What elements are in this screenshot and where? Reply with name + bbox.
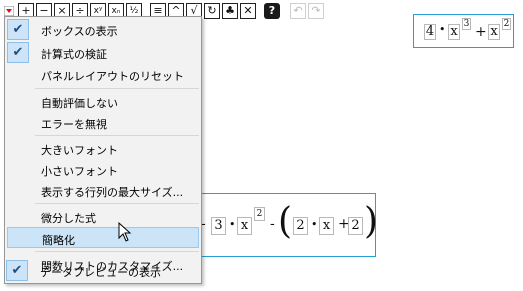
menu-item-label: ボックスの表示 [41,25,118,38]
variable-box[interactable]: x [319,217,334,235]
coefficient-box[interactable]: 2 [293,217,308,235]
menu-item-ignore-errors[interactable]: エラーを無視 [7,112,199,133]
expression-top[interactable]: 4 • x 3 + x 2 [413,14,514,48]
plus-operator: + [475,24,487,40]
variable-box[interactable]: x [237,217,252,235]
options-menu: ✔ ボックスの表示 ✔ 計算式の検証 パネルレイアウトのリセット 自動評価しない… [4,16,202,284]
menu-separator [35,88,199,89]
menu-item-label: 表示する行列の最大サイズ... [41,186,184,199]
menu-item-no-auto-eval[interactable]: 自動評価しない [7,91,199,112]
redo-icon[interactable]: ↷ [308,3,324,19]
menu-item-show-data-preview[interactable]: ✔ データプレビューの表示 [6,260,198,281]
refresh-icon[interactable]: ↻ [204,3,220,19]
menu-item-derivative[interactable]: 微分した式 [7,206,199,227]
delete-icon[interactable]: ✕ [240,3,256,19]
menu-item-label: エラーを無視 [41,118,107,131]
exponent-box[interactable]: 2 [254,207,265,221]
left-parenthesis: ( [278,201,293,242]
menu-item-large-font[interactable]: 大きいフォント [7,138,199,159]
menu-item-label: 微分した式 [41,212,96,225]
checkmark-icon: ✔ [7,42,29,63]
menu-item-small-font[interactable]: 小さいフォント [7,159,199,180]
constant-box[interactable]: 2 [348,217,363,235]
menu-item-label: 大きいフォント [41,144,118,157]
minus-operator: - [270,216,275,232]
menu-separator [35,135,199,136]
dropdown-arrow-icon[interactable] [4,6,14,16]
coefficient-box[interactable]: 3 [211,217,226,235]
tree-icon[interactable]: ♣ [222,3,238,19]
exponent-box[interactable]: 3 [462,18,471,30]
menu-item-label: 計算式の検証 [41,48,107,61]
right-parenthesis: ) [364,201,379,242]
menu-item-verify-formula[interactable]: ✔ 計算式の検証 [7,42,199,63]
coefficient-box[interactable]: 4 [424,24,436,40]
multiply-dot: • [439,23,446,36]
menu-item-show-boxes[interactable]: ✔ ボックスの表示 [7,19,199,40]
variable-box[interactable]: x [488,24,500,40]
help-icon[interactable]: ? [264,3,280,19]
checkmark-icon: ✔ [6,260,28,281]
menu-separator [35,251,199,252]
menu-item-label: データプレビューの表示 [40,266,161,279]
menu-item-simplify[interactable]: 簡略化 [7,227,199,248]
checkmark-icon: ✔ [7,19,29,40]
menu-item-label: 簡略化 [42,234,75,247]
menu-item-max-matrix-size[interactable]: 表示する行列の最大サイズ... [7,180,199,201]
variable-box[interactable]: x [448,24,460,40]
multiply-dot: • [229,218,236,231]
menu-item-reset-panel-layout[interactable]: パネルレイアウトのリセット [7,64,199,85]
menu-item-label: 小さいフォント [41,165,118,178]
multiply-dot: • [311,218,318,231]
menu-item-label: パネルレイアウトのリセット [41,70,184,83]
undo-icon[interactable]: ↶ [290,3,306,19]
menu-separator [35,203,199,204]
menu-item-label: 自動評価しない [41,97,118,110]
mouse-cursor-icon [118,222,132,242]
exponent-box[interactable]: 2 [502,18,511,30]
